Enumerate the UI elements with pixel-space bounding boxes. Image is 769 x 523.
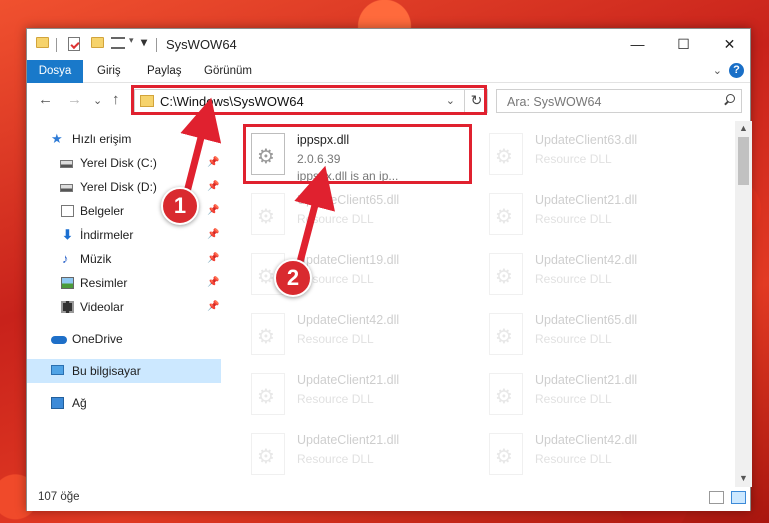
arrow-to-address-bar: [180, 97, 222, 193]
arrow-to-file: [294, 165, 335, 263]
step-1-callout: 1: [161, 187, 199, 225]
annotation-arrows: [180, 97, 335, 263]
step-2-callout: 2: [274, 259, 312, 297]
